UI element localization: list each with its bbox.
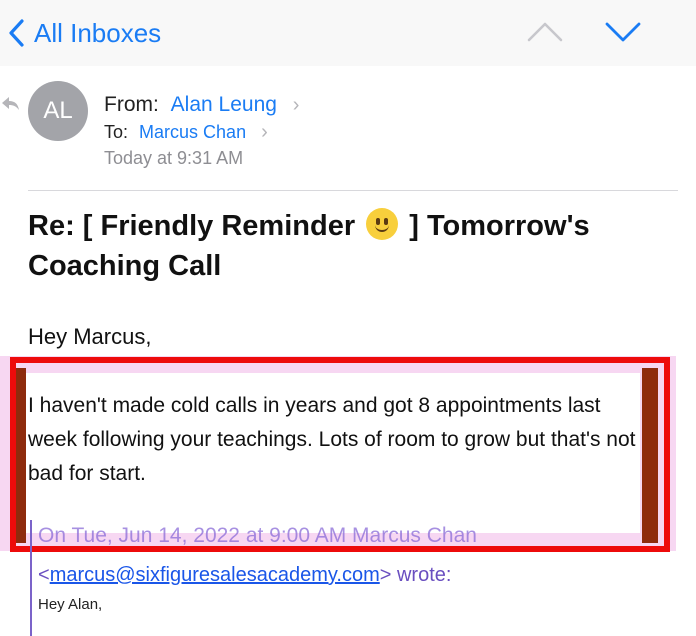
wrote-label: wrote:	[391, 564, 452, 586]
quoted-greeting: Hey Alan,	[38, 596, 103, 613]
chevron-right-icon: ›	[292, 94, 300, 116]
to-label: To:	[104, 122, 129, 142]
back-button[interactable]: All Inboxes	[8, 16, 161, 50]
quote-bar	[30, 520, 32, 636]
replied-icon	[0, 96, 20, 117]
from-label: From:	[104, 93, 159, 116]
message-subject: Re: [ Friendly Reminder ] Tomorrow's Coa…	[28, 206, 668, 286]
chevron-right-icon: ›	[261, 121, 268, 143]
navigation-bar: All Inboxes	[0, 0, 696, 66]
quoted-email-link[interactable]: marcus@sixfiguresalesacademy.com	[50, 564, 380, 586]
to-row: To: Marcus Chan ›	[104, 121, 268, 143]
email-open-bracket: <	[38, 564, 50, 586]
message-body: I haven't made cold calls in years and g…	[28, 394, 636, 485]
recipient-name[interactable]: Marcus Chan	[139, 122, 246, 142]
sender-name[interactable]: Alan Leung	[171, 93, 277, 116]
next-message-button[interactable]	[604, 20, 642, 49]
from-row: From: Alan Leung ›	[104, 92, 299, 118]
back-label: All Inboxes	[34, 18, 162, 48]
slightly-smiling-face-icon	[366, 208, 399, 240]
subject-prefix: Re: [ Friendly Reminder	[28, 210, 356, 242]
email-close-bracket: >	[379, 564, 392, 586]
sender-avatar[interactable]: AL	[28, 81, 88, 141]
chevron-left-icon	[9, 19, 24, 47]
quote-header: On Tue, Jun 14, 2022 at 9:00 AM Marcus C…	[38, 524, 477, 547]
message-timestamp: Today at 9:31 AM	[104, 148, 244, 168]
header-divider	[28, 190, 678, 191]
chevron-down-icon	[605, 22, 641, 42]
chevron-up-icon	[527, 22, 563, 42]
previous-message-button[interactable]	[526, 20, 564, 49]
quote-sender-line: <marcus@sixfiguresalesacademy.com> wrote…	[38, 562, 451, 588]
message-greeting: Hey Marcus,	[28, 324, 152, 349]
